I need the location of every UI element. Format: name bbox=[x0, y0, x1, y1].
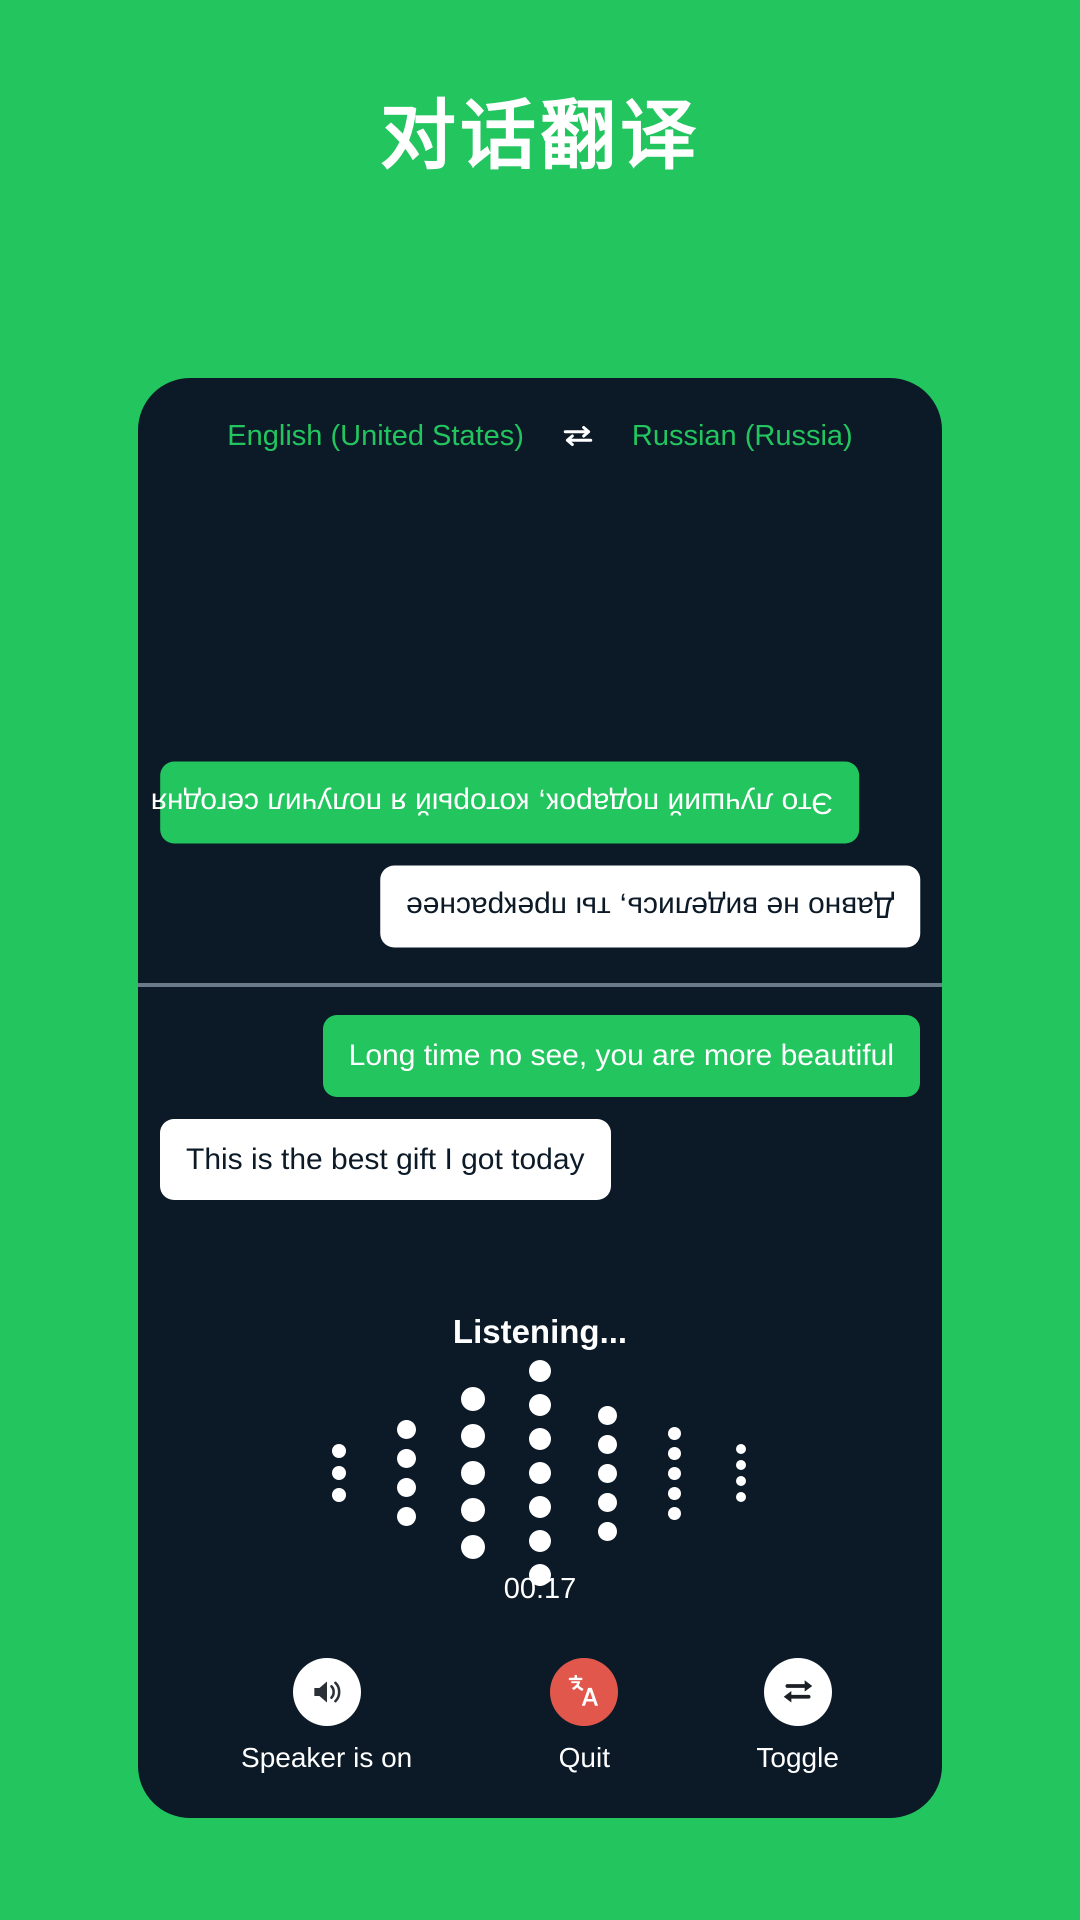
waveform-dot bbox=[332, 1444, 346, 1458]
waveform-dot bbox=[332, 1466, 346, 1480]
message-bubble[interactable]: Long time no see, you are more beautiful bbox=[322, 1015, 920, 1097]
message-row: Это лучший подарок, который я получил се… bbox=[151, 762, 920, 844]
message-bubble[interactable]: Это лучший подарок, который я получил се… bbox=[151, 762, 860, 844]
waveform-dot bbox=[332, 1488, 346, 1502]
toggle-button[interactable]: Toggle bbox=[756, 1658, 839, 1774]
waveform-dot bbox=[667, 1446, 681, 1460]
waveform-dot bbox=[461, 1387, 485, 1411]
waveform-dot bbox=[667, 1426, 681, 1440]
phone-card: English (United States) Russian (Russia)… bbox=[138, 378, 942, 1818]
page-title: 对话翻译 bbox=[380, 91, 700, 180]
message-bubble[interactable]: This is the best gift I got today bbox=[160, 1118, 611, 1200]
waveform-dot bbox=[529, 1530, 551, 1552]
waveform-dot bbox=[461, 1498, 485, 1522]
conversation-pane-top: Это лучший подарок, который я получил се… bbox=[138, 458, 942, 983]
translate-icon[interactable] bbox=[550, 1658, 619, 1726]
waveform-column bbox=[641, 1426, 708, 1520]
source-language-label[interactable]: English (United States) bbox=[227, 420, 524, 453]
waveform-dot bbox=[461, 1535, 485, 1559]
waveform-dot bbox=[597, 1492, 617, 1512]
quit-button[interactable]: Quit bbox=[550, 1658, 619, 1774]
waveform-dot bbox=[736, 1476, 746, 1486]
waveform-dot bbox=[597, 1405, 617, 1425]
waveform-dot bbox=[529, 1496, 551, 1518]
waveform-dot bbox=[667, 1466, 681, 1480]
waveform-dot bbox=[396, 1478, 416, 1497]
waveform-dot bbox=[736, 1492, 746, 1502]
toggle-button-label: Toggle bbox=[756, 1742, 839, 1773]
waveform-dot bbox=[396, 1507, 416, 1526]
waveform-column bbox=[306, 1444, 373, 1502]
waveform-dot bbox=[667, 1486, 681, 1500]
waveform-dot bbox=[461, 1461, 485, 1485]
speaker-button-label: Speaker is on bbox=[241, 1742, 413, 1773]
waveform-dot bbox=[736, 1460, 746, 1470]
swap-horizontal-icon[interactable] bbox=[558, 416, 598, 456]
waveform-dot bbox=[461, 1424, 485, 1448]
waveform-dot bbox=[667, 1506, 681, 1520]
waveform-column bbox=[708, 1444, 775, 1502]
message-row: Long time no see, you are more beautiful bbox=[160, 1015, 920, 1097]
waveform-dot bbox=[597, 1434, 617, 1454]
waveform-dot bbox=[597, 1521, 617, 1541]
speaker-on-icon[interactable] bbox=[292, 1658, 361, 1726]
audio-waveform bbox=[138, 1360, 942, 1586]
waveform-column bbox=[373, 1420, 440, 1526]
waveform-dot bbox=[597, 1463, 617, 1483]
quit-button-label: Quit bbox=[558, 1742, 610, 1773]
message-bubble[interactable]: Давно не виделись, ты прекраснее bbox=[379, 865, 920, 947]
waveform-dot bbox=[736, 1444, 746, 1454]
listening-status-label: Listening... bbox=[452, 1313, 628, 1350]
screen-root: 对话翻译 English (United States) Russian (Ru… bbox=[0, 0, 1080, 1920]
waveform-column bbox=[507, 1360, 574, 1586]
waveform-column bbox=[440, 1387, 507, 1559]
waveform-dot bbox=[529, 1462, 551, 1484]
speaker-button[interactable]: Speaker is on bbox=[241, 1658, 412, 1774]
control-bar: Speaker is on Quit Toggle bbox=[138, 1658, 942, 1774]
message-row: Давно не виделись, ты прекраснее bbox=[160, 865, 920, 947]
repeat-icon[interactable] bbox=[763, 1658, 832, 1726]
target-language-label[interactable]: Russian (Russia) bbox=[632, 420, 853, 453]
language-bar: English (United States) Russian (Russia) bbox=[138, 416, 942, 456]
waveform-dot bbox=[529, 1394, 551, 1416]
message-row: This is the best gift I got today bbox=[160, 1118, 920, 1200]
waveform-column bbox=[574, 1405, 641, 1541]
waveform-dot bbox=[396, 1420, 416, 1439]
conversation-pane-bottom: Long time no see, you are more beautiful… bbox=[138, 987, 942, 1297]
recording-timer: 00:17 bbox=[503, 1573, 577, 1605]
waveform-dot bbox=[396, 1449, 416, 1468]
waveform-dot bbox=[529, 1360, 551, 1382]
waveform-dot bbox=[529, 1428, 551, 1450]
